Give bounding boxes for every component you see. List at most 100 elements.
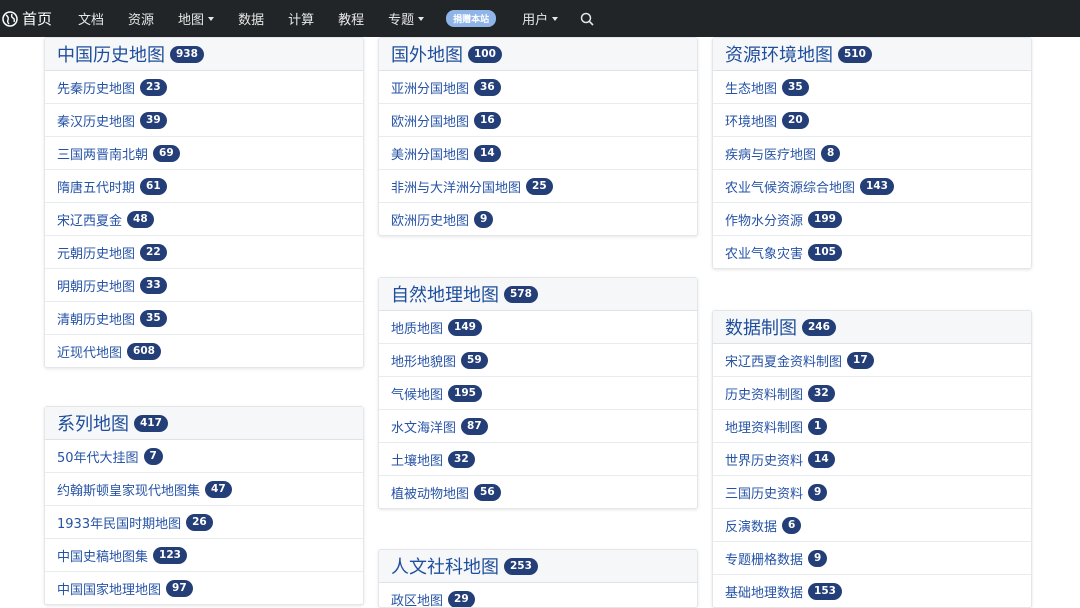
count-badge: 35	[140, 310, 167, 327]
list-item[interactable]: 反演数据6	[713, 509, 1031, 542]
list-item[interactable]: 植被动物地图56	[379, 476, 697, 508]
count-badge: 32	[448, 451, 475, 468]
nav-label: 文档	[78, 9, 104, 28]
count-badge: 47	[205, 481, 232, 498]
nav-item-data[interactable]: 数据	[238, 9, 264, 28]
count-badge: 23	[140, 79, 167, 96]
list-item[interactable]: 宋辽西夏金资料制图17	[713, 344, 1031, 377]
card-title: 人文社科地图	[391, 553, 499, 579]
list-item[interactable]: 明朝历史地图33	[45, 269, 363, 302]
list-item-label: 宋辽西夏金	[57, 210, 122, 229]
card-list: 先秦历史地图23秦汉历史地图39三国两晋南北朝69隋唐五代时期61宋辽西夏金48…	[45, 71, 363, 367]
list-item-label: 亚洲分国地图	[391, 78, 469, 97]
list-item-label: 地理资料制图	[725, 417, 803, 436]
list-item[interactable]: 亚洲分国地图36	[379, 71, 697, 104]
nav-label: 专题	[388, 9, 414, 28]
list-item[interactable]: 生态地图35	[713, 71, 1031, 104]
nav-label: 数据	[238, 9, 264, 28]
search-icon[interactable]	[580, 12, 594, 26]
card-data-cartography: 数据制图 246 宋辽西夏金资料制图17历史资料制图32地理资料制图1世界历史资…	[712, 310, 1032, 608]
count-badge: 123	[153, 547, 187, 564]
list-item[interactable]: 三国两晋南北朝69	[45, 137, 363, 170]
list-item[interactable]: 基础地理数据153	[713, 575, 1031, 607]
list-item[interactable]: 元朝历史地图22	[45, 236, 363, 269]
list-item[interactable]: 中国史稿地图集 123	[45, 539, 363, 572]
donate-button[interactable]: 捐赠本站	[446, 10, 496, 27]
list-item[interactable]: 地质地图149	[379, 311, 697, 344]
list-item[interactable]: 清朝历史地图35	[45, 302, 363, 335]
count-badge: 87	[461, 418, 488, 435]
list-item[interactable]: 欧洲分国地图 16	[379, 104, 697, 137]
nav-item-maps[interactable]: 地图	[178, 9, 214, 28]
list-item[interactable]: 美洲分国地图14	[379, 137, 697, 170]
list-item-label: 美洲分国地图	[391, 144, 469, 163]
list-item[interactable]: 近现代地图 608	[45, 335, 363, 367]
count-badge: 26	[186, 514, 213, 531]
card-header[interactable]: 资源环境地图 510	[713, 38, 1031, 71]
list-item[interactable]: 历史资料制图32	[713, 377, 1031, 410]
list-item-label: 近现代地图	[57, 342, 122, 361]
list-item[interactable]: 先秦历史地图23	[45, 71, 363, 104]
nav-item-compute[interactable]: 计算	[288, 9, 314, 28]
card-header[interactable]: 自然地理地图 578	[379, 278, 697, 311]
count-badge: 6	[782, 517, 801, 534]
card-list: 50年代大挂图7 约翰斯顿皇家现代地图集 47 1933年民国时期地图 26 中国史稿地图…	[45, 440, 363, 604]
list-item-label: 水文海洋图	[391, 417, 456, 436]
list-item[interactable]: 欧洲历史地图9	[379, 203, 697, 235]
list-item[interactable]: 作物水分资源199	[713, 203, 1031, 236]
nav-item-tutorials[interactable]: 教程	[338, 9, 364, 28]
list-item[interactable]: 气候地图195	[379, 377, 697, 410]
list-item[interactable]: 环境地图20	[713, 104, 1031, 137]
list-item[interactable]: 政区地图29	[379, 583, 697, 608]
list-item-label: 1933年民国时期地图	[57, 513, 181, 532]
nav-item-docs[interactable]: 文档	[78, 9, 104, 28]
list-item[interactable]: 地形地貌图59	[379, 344, 697, 377]
list-item[interactable]: 1933年民国时期地图 26	[45, 506, 363, 539]
list-item-label: 元朝历史地图	[57, 243, 135, 262]
count-badge: 32	[808, 385, 835, 402]
list-item[interactable]: 中国国家地理地图97	[45, 572, 363, 604]
list-item-label: 欧洲分国地图	[391, 111, 469, 130]
count-badge: 14	[808, 451, 835, 468]
list-item[interactable]: 秦汉历史地图39	[45, 104, 363, 137]
card-title: 系列地图	[57, 410, 129, 436]
list-item[interactable]: 疾病与医疗地图8	[713, 137, 1031, 170]
count-badge: 16	[474, 112, 501, 129]
list-item-label: 专题栅格数据	[725, 549, 803, 568]
list-item[interactable]: 非洲与大洋洲分国地图25	[379, 170, 697, 203]
count-badge: 417	[134, 415, 168, 432]
card-header[interactable]: 国外地图 100	[379, 38, 697, 71]
list-item[interactable]: 土壤地图32	[379, 443, 697, 476]
count-badge: 608	[127, 343, 161, 360]
list-item[interactable]: 约翰斯顿皇家现代地图集 47	[45, 473, 363, 506]
count-badge: 143	[860, 178, 894, 195]
list-item[interactable]: 隋唐五代时期61	[45, 170, 363, 203]
list-item-label: 约翰斯顿皇家现代地图集	[57, 480, 200, 499]
count-badge: 105	[808, 244, 842, 261]
card-header[interactable]: 系列地图 417	[45, 407, 363, 440]
list-item[interactable]: 水文海洋图 87	[379, 410, 697, 443]
nav-item-user[interactable]: 用户	[522, 9, 558, 28]
card-title: 自然地理地图	[391, 281, 499, 307]
card-header[interactable]: 中国历史地图 938	[45, 38, 363, 71]
list-item[interactable]: 农业气候资源综合地图143	[713, 170, 1031, 203]
list-item[interactable]: 地理资料制图1	[713, 410, 1031, 443]
list-item[interactable]: 专题栅格数据9	[713, 542, 1031, 575]
chevron-down-icon	[552, 17, 558, 21]
home-link[interactable]: 首页	[2, 8, 52, 29]
list-item-label: 政区地图	[391, 590, 443, 608]
nav-label: 地图	[178, 9, 204, 28]
list-item[interactable]: 农业气象灾害105	[713, 236, 1031, 268]
count-badge: 61	[140, 178, 167, 195]
nav-item-topics[interactable]: 专题	[388, 9, 424, 28]
list-item[interactable]: 宋辽西夏金48	[45, 203, 363, 236]
nav-item-resources[interactable]: 资源	[128, 9, 154, 28]
list-item[interactable]: 50年代大挂图7	[45, 440, 363, 473]
card-header[interactable]: 人文社科地图 253	[379, 550, 697, 583]
list-item[interactable]: 三国历史资料9	[713, 476, 1031, 509]
card-title: 中国历史地图	[57, 41, 165, 67]
count-badge: 253	[504, 558, 538, 575]
list-item[interactable]: 世界历史资料14	[713, 443, 1031, 476]
card-header[interactable]: 数据制图 246	[713, 311, 1031, 344]
list-item-label: 中国史稿地图集	[57, 546, 148, 565]
